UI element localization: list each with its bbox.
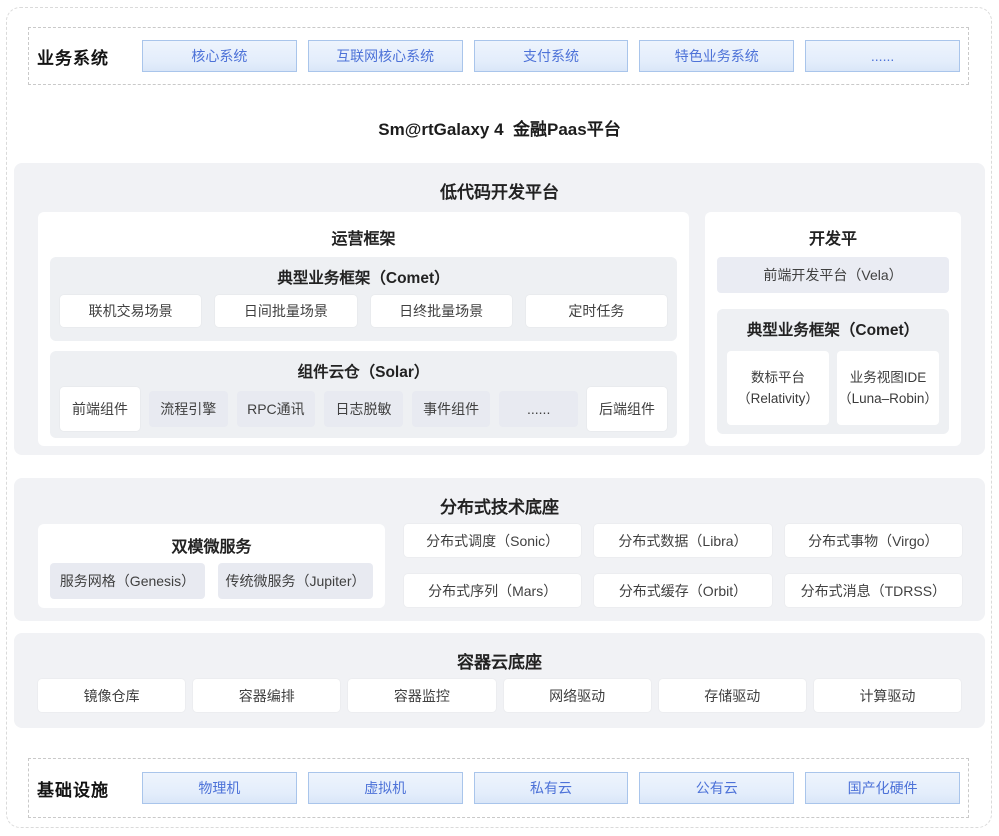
dev-platform-title: 开发平 [705, 212, 961, 249]
dev-comet-title: 典型业务框架（Comet） [717, 309, 949, 340]
solar-subcard: 组件云仓（Solar） 前端组件 流程引擎 RPC通讯 日志脱敏 事件组件 ..… [50, 351, 677, 438]
solar-more[interactable]: ...... [499, 391, 578, 427]
container-section-title: 容器云底座 [14, 633, 985, 673]
image-registry[interactable]: 镜像仓库 [38, 679, 185, 712]
business-systems-label: 业务系统 [37, 44, 142, 69]
business-system-core[interactable]: 核心系统 [142, 40, 297, 72]
distributed-sequence-mars[interactable]: 分布式序列（Mars） [404, 574, 581, 607]
infrastructure-label: 基础设施 [37, 776, 142, 801]
solar-frontend-components[interactable]: 前端组件 [60, 387, 140, 431]
storage-driver[interactable]: 存储驱动 [659, 679, 806, 712]
network-driver[interactable]: 网络驱动 [504, 679, 651, 712]
traditional-microservice-jupiter[interactable]: 传统微服务（Jupiter） [218, 563, 373, 599]
infra-private-cloud[interactable]: 私有云 [474, 772, 629, 804]
business-systems-band: 业务系统 核心系统 互联网核心系统 支付系统 特色业务系统 ...... [28, 27, 969, 85]
dev-comet-items-row: 数标平台 （Relativity） 业务视图IDE （Luna–Robin） [727, 351, 939, 425]
business-system-internet-core[interactable]: 互联网核心系统 [308, 40, 463, 72]
container-monitoring[interactable]: 容器监控 [348, 679, 495, 712]
solar-backend-components[interactable]: 后端组件 [587, 387, 667, 431]
relativity-line1: 数标平台 [751, 367, 805, 388]
lowcode-section-title: 低代码开发平台 [14, 163, 985, 203]
dev-platform-card: 开发平 前端开发平台（Vela） 典型业务框架（Comet） 数标平台 （Rel… [705, 212, 961, 446]
scenario-daytime-batch[interactable]: 日间批量场景 [215, 295, 356, 327]
infrastructure-band: 基础设施 物理机 虚拟机 私有云 公有云 国产化硬件 [28, 758, 969, 818]
luna-robin-line2: （Luna–Robin） [838, 388, 938, 409]
comet-framework-subcard: 典型业务框架（Comet） 联机交易场景 日间批量场景 日终批量场景 定时任务 [50, 257, 677, 341]
scenario-endofday-batch[interactable]: 日终批量场景 [371, 295, 512, 327]
lowcode-platform-section: 低代码开发平台 运营框架 典型业务框架（Comet） 联机交易场景 日间批量场景… [14, 163, 985, 455]
distributed-message-tdrss[interactable]: 分布式消息（TDRSS） [785, 574, 962, 607]
infra-domestic-hardware[interactable]: 国产化硬件 [805, 772, 960, 804]
relativity-line2: （Relativity） [737, 388, 819, 409]
solar-title: 组件云仓（Solar） [50, 351, 677, 382]
container-orchestration[interactable]: 容器编排 [193, 679, 340, 712]
container-items-row: 镜像仓库 容器编排 容器监控 网络驱动 存储驱动 计算驱动 [38, 679, 961, 712]
luna-robin-ide[interactable]: 业务视图IDE （Luna–Robin） [837, 351, 939, 425]
comet-items-row: 联机交易场景 日间批量场景 日终批量场景 定时任务 [60, 295, 667, 327]
infra-virtual-machine[interactable]: 虚拟机 [308, 772, 463, 804]
service-mesh-genesis[interactable]: 服务网格（Genesis） [50, 563, 205, 599]
infra-physical-machine[interactable]: 物理机 [142, 772, 297, 804]
compute-driver[interactable]: 计算驱动 [814, 679, 961, 712]
solar-process-engine[interactable]: 流程引擎 [149, 391, 228, 427]
distributed-data-libra[interactable]: 分布式数据（Libra） [594, 524, 771, 557]
distributed-base-section: 分布式技术底座 双模微服务 服务网格（Genesis） 传统微服务（Jupite… [14, 478, 985, 621]
dual-mode-microservice-card: 双模微服务 服务网格（Genesis） 传统微服务（Jupiter） [38, 524, 385, 608]
luna-robin-line1: 业务视图IDE [850, 367, 927, 388]
distributed-services-grid: 分布式调度（Sonic） 分布式数据（Libra） 分布式事物（Virgo） 分… [404, 524, 962, 607]
solar-log-masking[interactable]: 日志脱敏 [324, 391, 403, 427]
comet-framework-title: 典型业务框架（Comet） [50, 257, 677, 288]
distributed-section-title: 分布式技术底座 [14, 478, 985, 518]
infra-public-cloud[interactable]: 公有云 [639, 772, 794, 804]
dual-mode-title: 双模微服务 [38, 524, 385, 557]
business-system-special[interactable]: 特色业务系统 [639, 40, 794, 72]
dual-mode-items-row: 服务网格（Genesis） 传统微服务（Jupiter） [50, 563, 373, 599]
container-base-section: 容器云底座 镜像仓库 容器编排 容器监控 网络驱动 存储驱动 计算驱动 [14, 633, 985, 728]
business-systems-items: 核心系统 互联网核心系统 支付系统 特色业务系统 ...... [142, 40, 960, 72]
relativity-platform[interactable]: 数标平台 （Relativity） [727, 351, 829, 425]
platform-title: Sm@rtGalaxy 4 金融Paas平台 [0, 115, 999, 140]
business-system-payment[interactable]: 支付系统 [474, 40, 629, 72]
infrastructure-items: 物理机 虚拟机 私有云 公有云 国产化硬件 [142, 772, 960, 804]
distributed-cache-orbit[interactable]: 分布式缓存（Orbit） [594, 574, 771, 607]
scenario-online-trade[interactable]: 联机交易场景 [60, 295, 201, 327]
operation-framework-title: 运营框架 [38, 212, 689, 249]
operation-framework-card: 运营框架 典型业务框架（Comet） 联机交易场景 日间批量场景 日终批量场景 … [38, 212, 689, 446]
scenario-scheduled-task[interactable]: 定时任务 [526, 295, 667, 327]
solar-rpc-comm[interactable]: RPC通讯 [237, 391, 316, 427]
distributed-scheduler-sonic[interactable]: 分布式调度（Sonic） [404, 524, 581, 557]
distributed-transaction-virgo[interactable]: 分布式事物（Virgo） [785, 524, 962, 557]
solar-event-components[interactable]: 事件组件 [412, 391, 491, 427]
business-system-more[interactable]: ...... [805, 40, 960, 72]
frontend-dev-platform-vela[interactable]: 前端开发平台（Vela） [717, 257, 949, 293]
dev-comet-subcard: 典型业务框架（Comet） 数标平台 （Relativity） 业务视图IDE … [717, 309, 949, 434]
solar-items-row: 前端组件 流程引擎 RPC通讯 日志脱敏 事件组件 ...... 后端组件 [60, 387, 667, 431]
